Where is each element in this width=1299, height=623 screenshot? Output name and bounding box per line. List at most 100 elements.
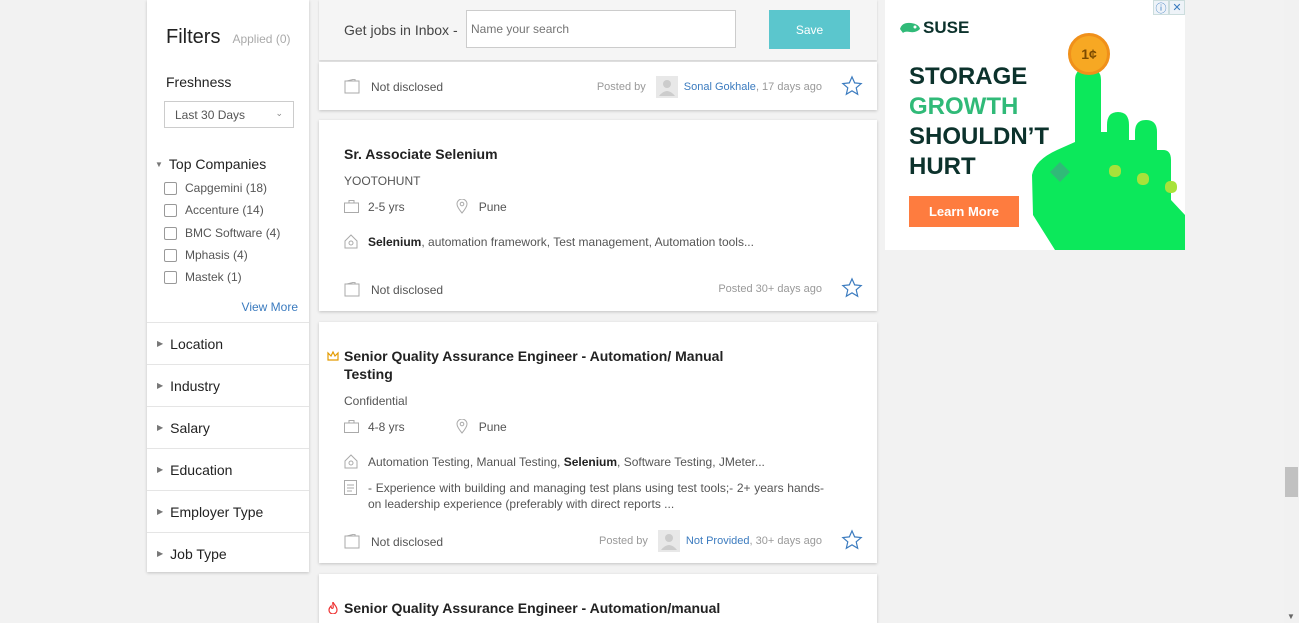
- learn-more-button[interactable]: Learn More: [909, 196, 1019, 227]
- job-title-link[interactable]: Sr. Associate Selenium: [344, 145, 498, 163]
- poster-link[interactable]: Not Provided: [686, 535, 750, 547]
- ad-info-icon[interactable]: ⓘ: [1153, 0, 1169, 15]
- avatar: [655, 76, 678, 98]
- company-filter-bmc-software[interactable]: BMC Software (4): [164, 226, 280, 240]
- posted-age: , 30+ days ago: [749, 535, 822, 547]
- wallet-icon: [344, 282, 360, 297]
- ad-headline-line: GROWTH: [909, 93, 1019, 120]
- checkbox[interactable]: [164, 181, 177, 195]
- posted-age: , 17 days ago: [755, 81, 822, 93]
- chevron-down-icon: ⌄: [275, 108, 283, 118]
- company-filter-accenture[interactable]: Accenture (14): [164, 203, 264, 217]
- hot-job-icon: [327, 600, 339, 615]
- ad-controls: ⓘ ✕: [1153, 0, 1185, 15]
- search-name-input[interactable]: [466, 10, 736, 48]
- facet-employer-type[interactable]: ▶ Employer Type: [147, 490, 309, 532]
- facet-label: Education: [170, 461, 233, 478]
- job-card[interactable]: Senior Quality Assurance Engineer - Auto…: [319, 322, 877, 563]
- salary-text: Not disclosed: [371, 282, 444, 297]
- advertisement[interactable]: SUSE 1¢ STORAGE GROWTH SHOULDN’T HURT Le…: [885, 0, 1185, 250]
- job-skills: Automation Testing, Manual Testing, Sele…: [344, 454, 765, 469]
- freshness-label: Freshness: [166, 74, 232, 90]
- checkbox[interactable]: [164, 203, 177, 217]
- company-filter-label: Accenture (14): [185, 203, 264, 217]
- save-search-button[interactable]: Save: [769, 10, 850, 49]
- scroll-down-arrow-icon[interactable]: ▼: [1287, 612, 1295, 621]
- briefcase-icon: [344, 419, 359, 434]
- job-title-line: Senior Quality Assurance Engineer - Auto…: [344, 348, 724, 364]
- tag-icon: [344, 454, 359, 469]
- star-icon[interactable]: [841, 277, 863, 299]
- job-card[interactable]: Sr. Associate Selenium YOOTOHUNT 2-5 yrs…: [319, 120, 877, 311]
- facet-label: Employer Type: [170, 503, 264, 520]
- location-text: Pune: [478, 419, 507, 434]
- company-filter-label: BMC Software (4): [185, 226, 281, 240]
- job-card[interactable]: Not disclosed Posted by Sonal Gokhale , …: [319, 62, 877, 110]
- star-icon[interactable]: [841, 529, 863, 551]
- job-title-link[interactable]: Senior Quality Assurance Engineer - Auto…: [344, 599, 720, 617]
- job-skills: Selenium, automation framework, Test man…: [344, 234, 754, 249]
- star-icon[interactable]: [841, 75, 863, 97]
- location-pin-icon: [455, 419, 470, 434]
- job-title-link[interactable]: Senior Quality Assurance Engineer - Auto…: [344, 347, 723, 383]
- facet-salary[interactable]: ▶ Salary: [147, 406, 309, 448]
- crown-icon: [327, 349, 339, 361]
- job-meta: 2-5 yrs Pune: [344, 199, 507, 214]
- facet-industry[interactable]: ▶ Industry: [147, 364, 309, 406]
- company-filter-label: Mastek (1): [185, 270, 242, 284]
- facet-label: Job Type: [170, 545, 227, 562]
- job-location: Pune: [455, 419, 507, 434]
- facet-job-type[interactable]: ▶ Job Type: [147, 532, 309, 574]
- poster-link[interactable]: Sonal Gokhale: [684, 81, 756, 93]
- scrollbar-thumb[interactable]: [1285, 467, 1298, 497]
- job-title-line: Testing: [344, 366, 393, 382]
- facet-label: Industry: [170, 377, 220, 394]
- posted-info: Posted by Not Provided , 30+ days ago: [599, 530, 822, 552]
- job-meta: 4-8 yrs Pune: [344, 419, 507, 434]
- avatar: [657, 530, 680, 552]
- company-name: YOOTOHUNT: [344, 174, 421, 188]
- job-location: Pune: [455, 199, 507, 214]
- caret-right-icon: ▶: [157, 507, 164, 516]
- briefcase-icon: [344, 199, 359, 214]
- posted-info: Posted by Sonal Gokhale , 17 days ago: [597, 76, 822, 98]
- caret-right-icon: ▶: [157, 423, 164, 432]
- document-icon: [344, 480, 359, 512]
- view-more-companies-link[interactable]: View More: [242, 300, 298, 314]
- caret-right-icon: ▶: [157, 339, 164, 348]
- ad-headline-line: SHOULDN’T: [909, 123, 1049, 150]
- facet-education[interactable]: ▶ Education: [147, 448, 309, 490]
- facet-location[interactable]: ▶ Location: [147, 322, 309, 364]
- company-filter-capgemini[interactable]: Capgemini (18): [164, 181, 267, 195]
- brand-name: SUSE: [923, 18, 970, 37]
- wallet-icon: [344, 79, 360, 94]
- location-pin-icon: [455, 199, 470, 214]
- description-text: - Experience with building and managing …: [368, 481, 824, 511]
- ad-headline-line: HURT: [909, 153, 976, 180]
- company-filter-mphasis[interactable]: Mphasis (4): [164, 248, 248, 262]
- top-companies-toggle[interactable]: ▼ Top Companies: [155, 156, 266, 172]
- ad-headline: STORAGE GROWTH SHOULDN’T HURT: [909, 62, 1049, 182]
- checkbox[interactable]: [164, 248, 177, 262]
- freshness-select[interactable]: Last 30 Days ⌄: [164, 101, 294, 128]
- company-filter-label: Capgemini (18): [185, 181, 268, 195]
- filters-title: Filters: [166, 26, 221, 48]
- salary-text: Not disclosed: [371, 79, 444, 94]
- page-scrollbar[interactable]: ▼: [1284, 0, 1299, 623]
- skill-highlight: Selenium: [563, 454, 618, 469]
- caret-right-icon: ▶: [157, 549, 164, 558]
- freshness-value: Last 30 Days: [175, 108, 246, 122]
- tag-icon: [344, 234, 359, 249]
- salary-text: Not disclosed: [371, 534, 444, 549]
- company-filter-label: Mphasis (4): [185, 248, 248, 262]
- company-filter-mastek[interactable]: Mastek (1): [164, 270, 242, 284]
- job-alert-label: Get jobs in Inbox -: [344, 22, 458, 38]
- checkbox[interactable]: [164, 270, 177, 284]
- location-text: Pune: [478, 199, 507, 214]
- checkbox[interactable]: [164, 226, 177, 240]
- close-icon[interactable]: ✕: [1169, 0, 1185, 15]
- filters-header: Filters Applied (0): [166, 26, 290, 49]
- ad-headline-line: STORAGE: [909, 63, 1028, 90]
- experience: 4-8 yrs: [368, 419, 405, 434]
- job-card[interactable]: Senior Quality Assurance Engineer - Auto…: [319, 574, 877, 623]
